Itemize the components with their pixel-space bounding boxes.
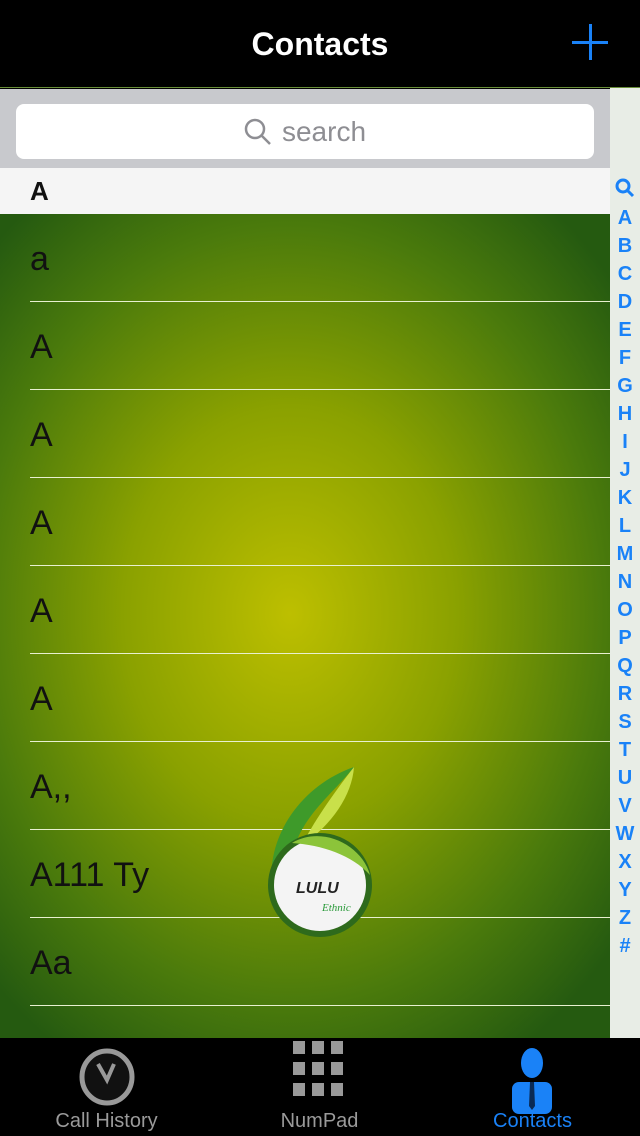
index-letter[interactable]: O — [610, 599, 640, 622]
index-letter[interactable]: Y — [610, 879, 640, 902]
index-letter[interactable]: A — [610, 207, 640, 230]
index-letter[interactable]: W — [610, 823, 640, 846]
index-letter[interactable]: R — [610, 683, 640, 706]
svg-text:Ethnic: Ethnic — [321, 902, 351, 914]
contact-row[interactable]: A — [0, 654, 610, 742]
index-letter[interactable]: S — [610, 711, 640, 734]
tab-label: Call History — [55, 1110, 158, 1132]
index-letter[interactable]: B — [610, 235, 640, 258]
lulu-logo: LULU Ethnic — [268, 767, 372, 937]
section-index[interactable]: A B C D E F G H I J K L M N O P Q R S T U V W X Y Z # — [610, 88, 640, 1038]
search-icon — [244, 118, 271, 145]
tab-label: NumPad — [280, 1110, 359, 1132]
index-letter[interactable]: T — [610, 739, 640, 762]
index-letter[interactable]: X — [610, 851, 640, 874]
index-letter[interactable]: V — [610, 795, 640, 818]
person-icon — [512, 1048, 552, 1114]
page-title: Contacts — [251, 26, 389, 62]
contact-row[interactable]: a — [0, 214, 610, 302]
keypad-icon — [293, 1041, 343, 1096]
search-input[interactable]: search — [16, 104, 594, 159]
index-letter[interactable]: P — [610, 627, 640, 650]
tab-contacts[interactable]: Contacts — [426, 1038, 639, 1136]
tab-call-history[interactable]: Call History — [0, 1038, 213, 1136]
search-placeholder: search — [281, 115, 367, 147]
index-search-icon[interactable] — [610, 178, 640, 204]
contact-row[interactable]: A — [0, 478, 610, 566]
index-letter[interactable]: E — [610, 319, 640, 342]
contact-row[interactable]: A — [0, 566, 610, 654]
contact-row[interactable]: A — [0, 390, 610, 478]
index-letter[interactable]: # — [610, 935, 640, 958]
clock-icon — [79, 1048, 135, 1106]
index-letter[interactable]: Z — [610, 907, 640, 930]
tab-numpad[interactable]: NumPad — [213, 1038, 426, 1136]
index-letter[interactable]: G — [610, 375, 640, 398]
index-letter[interactable]: L — [610, 515, 640, 538]
index-letter[interactable]: I — [610, 431, 640, 454]
index-letter[interactable]: D — [610, 291, 640, 314]
nav-bar: Contacts — [0, 0, 640, 88]
tab-label: Contacts — [493, 1110, 572, 1132]
index-letter[interactable]: U — [610, 767, 640, 790]
index-letter[interactable]: F — [610, 347, 640, 370]
svg-text:LULU: LULU — [296, 880, 339, 897]
index-letter[interactable]: M — [610, 543, 640, 566]
section-header: A — [0, 168, 610, 214]
index-letter[interactable]: C — [610, 263, 640, 286]
tab-bar: Call History NumPad Contacts — [0, 1038, 640, 1136]
index-letter[interactable]: H — [610, 403, 640, 426]
index-letter[interactable]: K — [610, 487, 640, 510]
index-letter[interactable]: Q — [610, 655, 640, 678]
search-bar: search — [0, 89, 610, 168]
index-letter[interactable]: J — [610, 459, 640, 482]
index-letter[interactable]: N — [610, 571, 640, 594]
add-contact-button[interactable] — [572, 24, 608, 60]
contact-row[interactable]: A — [0, 302, 610, 390]
